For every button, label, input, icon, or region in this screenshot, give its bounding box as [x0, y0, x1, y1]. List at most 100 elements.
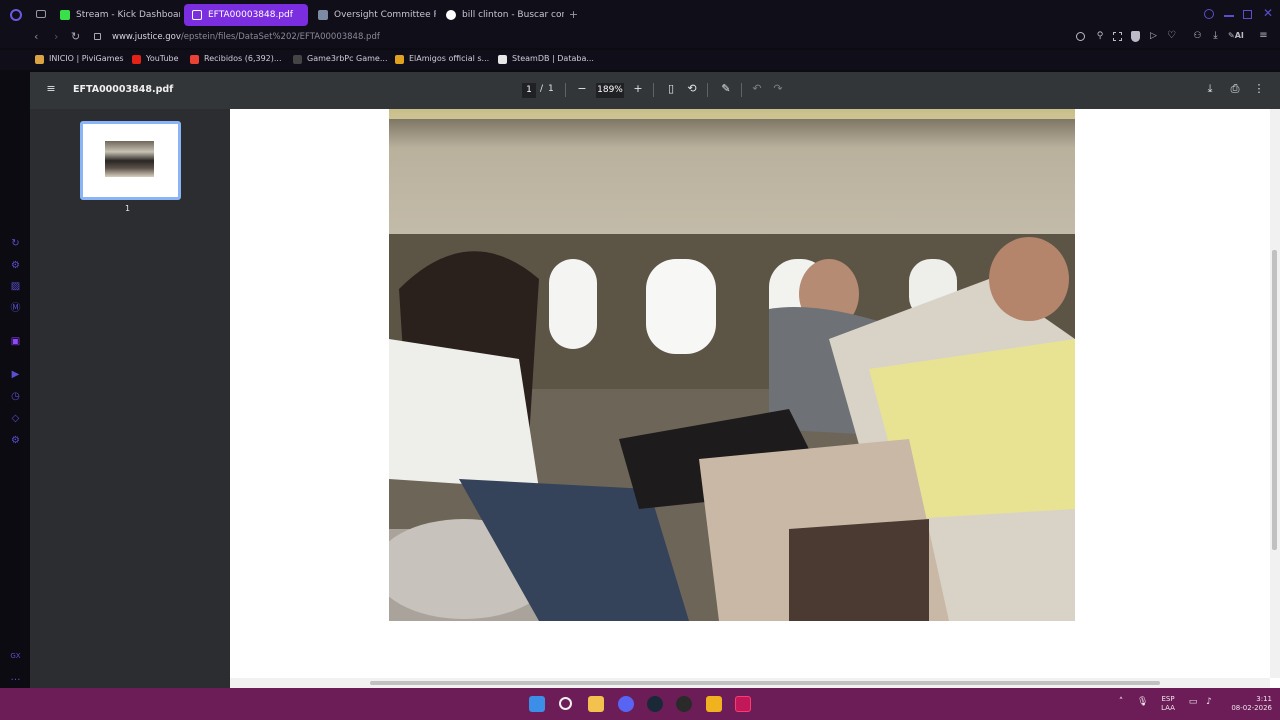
gx-icon[interactable]: GX	[10, 651, 21, 662]
profile-icon[interactable]: ⚇	[1192, 30, 1203, 42]
extensions-icon[interactable]: ◇	[10, 413, 21, 424]
bookmark-pivigames[interactable]: INICIO | PiviGames	[35, 52, 124, 66]
bookmark-gmail[interactable]: Recibidos (6,392)...	[190, 52, 282, 66]
bookmark-label: INICIO | PiviGames	[49, 54, 124, 63]
zoom-in-icon[interactable]: +	[631, 82, 645, 96]
lock-icon[interactable]	[94, 33, 101, 40]
vertical-scroll-thumb[interactable]	[1272, 250, 1277, 550]
obs-icon[interactable]	[676, 696, 692, 712]
bookmark-youtube[interactable]: YouTube	[132, 52, 179, 66]
thumbnail-page-number: 1	[125, 204, 131, 213]
play-icon[interactable]: ▷	[1148, 30, 1159, 42]
annotate-icon[interactable]: ✎	[719, 82, 733, 96]
discord-icon[interactable]	[618, 696, 634, 712]
toolbar-divider	[565, 83, 566, 97]
history-icon[interactable]: ◷	[10, 391, 21, 402]
workspaces-icon[interactable]	[36, 10, 46, 18]
app-icon[interactable]	[706, 696, 722, 712]
keyboard-layout: LAA	[1161, 704, 1175, 712]
rotate-icon[interactable]: ⟲	[685, 82, 699, 96]
minimize-button[interactable]	[1224, 15, 1234, 17]
undo-icon[interactable]: ↶	[750, 82, 764, 96]
document-photo	[389, 109, 1075, 621]
tab-label: bill clinton - Buscar con G	[462, 10, 564, 20]
clock-date: 08-02-2026	[1231, 704, 1272, 712]
fit-page-icon[interactable]: ▯	[664, 82, 678, 96]
shield-icon[interactable]	[1131, 31, 1140, 42]
translate-icon[interactable]: ▨	[10, 281, 21, 292]
file-explorer-icon[interactable]	[588, 696, 604, 712]
close-button[interactable]: ✕	[1262, 6, 1274, 20]
restore-button[interactable]	[1243, 10, 1252, 19]
tray-overflow-icon[interactable]: ˄	[1116, 698, 1126, 707]
tab-oversight[interactable]: Oversight Committee Rele	[310, 4, 436, 26]
new-tab-button[interactable]: +	[568, 9, 579, 20]
document-icon	[192, 10, 202, 20]
more-icon[interactable]: …	[10, 672, 21, 683]
zoom-out-icon[interactable]: −	[575, 82, 589, 96]
gmail-icon	[190, 54, 199, 64]
opera-gx-icon[interactable]	[735, 696, 751, 712]
tab-label: Stream - Kick Dashboard	[76, 10, 180, 20]
bookmark-steamdb[interactable]: SteamDB | Databa...	[498, 52, 594, 66]
page-number-input[interactable]: 1	[522, 83, 536, 98]
elamigos-icon	[395, 54, 404, 64]
toolbar-divider	[653, 83, 654, 97]
network-icon[interactable]: ▭	[1188, 698, 1198, 707]
bookmark-label: Game3rbPc Game...	[307, 54, 388, 63]
bookmark-label: ElAmigos official s...	[409, 54, 490, 63]
settings-icon[interactable]: ⚙	[10, 435, 21, 446]
downloads-icon[interactable]: ⤓	[1210, 30, 1221, 42]
download-icon[interactable]: ⤓	[1203, 82, 1217, 96]
microphone-icon[interactable]: 🎙	[1137, 698, 1148, 707]
forward-button[interactable]: ›	[54, 30, 66, 44]
url-host: www.justice.gov	[112, 32, 181, 42]
player-icon[interactable]: ▶	[10, 369, 21, 380]
redo-icon[interactable]: ↷	[771, 82, 785, 96]
twitch-icon[interactable]: ▣	[10, 336, 21, 347]
tab-google-search[interactable]: bill clinton - Buscar con G	[438, 4, 564, 26]
heart-icon[interactable]: ♡	[1166, 30, 1177, 42]
mail-icon[interactable]: Ⓜ	[10, 303, 21, 314]
search-tabs-icon[interactable]	[1204, 9, 1214, 19]
horizontal-scroll-thumb[interactable]	[370, 681, 1160, 685]
browser-logo-icon[interactable]	[10, 9, 22, 21]
google-icon	[446, 10, 456, 20]
tab-pdf[interactable]: EFTA00003848.pdf	[184, 4, 308, 26]
more-actions-icon[interactable]: ⋮	[1252, 82, 1266, 96]
youtube-icon	[132, 54, 141, 64]
steam-icon[interactable]	[647, 696, 663, 712]
page-total: 1	[548, 84, 554, 94]
back-button[interactable]: ‹	[34, 30, 46, 44]
pin-icon[interactable]: ⚲	[1095, 30, 1105, 42]
side-panel-rail	[0, 72, 30, 688]
volume-icon[interactable]: ♪	[1204, 698, 1214, 707]
bookmark-label: YouTube	[146, 54, 179, 63]
database-icon	[498, 54, 507, 64]
toolbar-divider	[707, 83, 708, 97]
home-icon	[35, 54, 44, 64]
zoom-icon[interactable]	[1076, 32, 1085, 41]
clock[interactable]: 3:11 08-02-2026	[1222, 695, 1272, 713]
photo-illustration	[389, 109, 1075, 621]
url-field[interactable]: www.justice.gov/epstein/files/DataSet%20…	[112, 30, 380, 44]
bot-icon[interactable]: ⚙	[10, 260, 21, 271]
sidebar-toggle-icon[interactable]: ≡	[44, 82, 58, 96]
zoom-level-input[interactable]: 189%	[596, 83, 624, 98]
input-language[interactable]: ESP LAA	[1158, 695, 1178, 713]
refresh-panel-icon[interactable]: ↻	[10, 238, 21, 249]
taskbar	[0, 688, 1280, 720]
windows-start-icon[interactable]	[529, 696, 545, 712]
search-icon[interactable]	[559, 697, 572, 710]
bookmark-game3rb[interactable]: Game3rbPc Game...	[293, 52, 387, 66]
print-icon[interactable]: ⎙	[1228, 82, 1242, 96]
dots-icon	[293, 54, 302, 64]
menu-icon[interactable]: ≡	[1258, 30, 1269, 42]
ai-icon[interactable]: ✎AI	[1228, 30, 1248, 42]
reload-icon[interactable]: ↻	[71, 30, 83, 44]
tab-kick-dashboard[interactable]: Stream - Kick Dashboard	[52, 4, 180, 26]
thumbnail-image	[105, 141, 154, 177]
bookmark-elamigos[interactable]: ElAmigos official s...	[395, 52, 489, 66]
screenshot-icon[interactable]	[1113, 32, 1122, 41]
url-path: /epstein/files/DataSet%202/EFTA00003848.…	[180, 32, 380, 42]
